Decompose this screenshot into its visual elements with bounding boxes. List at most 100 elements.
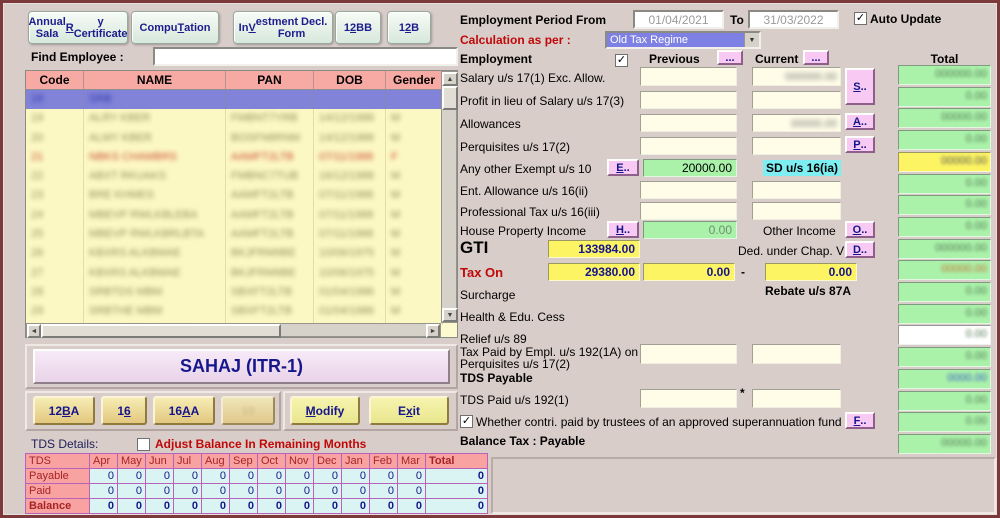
tax-paid-current-field[interactable]: [752, 344, 841, 364]
profit-current-field[interactable]: [752, 91, 841, 109]
vscroll-thumb[interactable]: [442, 86, 458, 110]
tds-value-cell[interactable]: 0: [230, 469, 258, 484]
find-employee-input[interactable]: [153, 47, 458, 66]
employee-row[interactable]: 25MBEVP RWLKBRLBTAAAMFT2LTB07/11/1988M: [26, 225, 443, 244]
12bb-button[interactable]: 12BB: [335, 11, 381, 44]
tax-paid-previous-field[interactable]: [640, 344, 737, 364]
tds-value-cell[interactable]: 0: [370, 499, 398, 514]
prof-tax-previous-field[interactable]: [640, 202, 737, 220]
exempt-detail-button[interactable]: E..: [607, 159, 639, 176]
tds-value-cell[interactable]: 0: [174, 469, 202, 484]
tds-value-cell[interactable]: 0: [314, 484, 342, 499]
column-header-dob[interactable]: DOB: [314, 71, 386, 89]
tds-value-cell[interactable]: 0: [286, 469, 314, 484]
employee-row[interactable]: 26KBXRS ALKBMAEBKJFRM9BE10/06/1975M: [26, 244, 443, 263]
allowances-current-field[interactable]: 00000.00: [752, 114, 841, 132]
exit-button[interactable]: Exit: [369, 396, 449, 425]
computation-button[interactable]: CompuTation: [131, 11, 219, 44]
profit-previous-field[interactable]: [640, 91, 737, 109]
scroll-down-icon[interactable]: ▼: [442, 308, 458, 322]
tds-paid-current-field[interactable]: [752, 389, 841, 408]
employee-row[interactable]: 20ALMY KBERBOSFN8RNM14/12/1988M: [26, 129, 443, 148]
tds-value-cell[interactable]: 0: [90, 499, 118, 514]
deduction-detail-button[interactable]: D..: [845, 241, 875, 258]
tds-value-cell[interactable]: 0: [398, 484, 426, 499]
tds-value-cell[interactable]: 0: [314, 469, 342, 484]
column-header-code[interactable]: Code: [26, 71, 84, 89]
column-header-pan[interactable]: PAN: [226, 71, 314, 89]
tds-value-cell[interactable]: 0: [314, 499, 342, 514]
modify-button[interactable]: Modify: [290, 396, 360, 425]
previous-more-button[interactable]: ...: [717, 50, 743, 65]
employee-row[interactable]: 22ABXT RKUAKSFMBNC7TUB16/12/1988M: [26, 167, 443, 186]
tds-value-cell[interactable]: 0: [398, 499, 426, 514]
tax-regime-dropdown[interactable]: Old Tax Regime ▼: [605, 31, 761, 49]
tds-value-cell[interactable]: 0: [342, 499, 370, 514]
hp-income-field[interactable]: 0.00: [643, 221, 737, 239]
column-header-gender[interactable]: Gender: [386, 71, 443, 89]
fund-detail-button[interactable]: F..: [845, 412, 875, 429]
other-income-detail-button[interactable]: O..: [845, 221, 875, 238]
adjust-balance-checkbox[interactable]: [137, 438, 150, 451]
form16aa-button[interactable]: 16AA: [153, 396, 215, 425]
perquisites-detail-button[interactable]: P..: [845, 136, 875, 153]
tds-value-cell[interactable]: 0: [118, 499, 146, 514]
tds-value-cell[interactable]: 0: [146, 469, 174, 484]
employee-row[interactable]: 23BRE KHMESAAMFT2LTB07/11/1988M: [26, 186, 443, 205]
employee-table-hscrollbar[interactable]: ◄ ►: [26, 323, 441, 337]
tds-value-cell[interactable]: 0: [118, 484, 146, 499]
auto-update-checkbox[interactable]: ✓: [854, 12, 867, 25]
tds-value-cell[interactable]: 0: [370, 484, 398, 499]
employee-row[interactable]: 19ALRY KBERFMBNT7YRB14/12/1988M: [26, 109, 443, 128]
hscroll-thumb[interactable]: [41, 324, 281, 338]
employee-table-vscrollbar[interactable]: ▲ ▼: [441, 71, 457, 323]
salary-detail-button[interactable]: S..: [845, 68, 875, 105]
tds-value-cell[interactable]: 0: [118, 469, 146, 484]
tds-value-cell[interactable]: 0: [398, 469, 426, 484]
tds-value-cell[interactable]: 0: [286, 499, 314, 514]
period-to-field[interactable]: 31/03/2022: [748, 10, 839, 29]
employment-checkbox[interactable]: ✓: [615, 54, 628, 67]
salary-previous-field[interactable]: [640, 67, 737, 86]
form16-button[interactable]: 16: [101, 396, 147, 425]
employee-row[interactable]: 18SRB: [26, 90, 443, 109]
employee-row[interactable]: 28SRBTDS MBMSBXFT2LTB01/04/1986M: [26, 283, 443, 302]
period-from-field[interactable]: 01/04/2021: [633, 10, 724, 29]
tds-paid-previous-field[interactable]: [640, 389, 737, 408]
allowances-previous-field[interactable]: [640, 114, 737, 132]
tds-value-cell[interactable]: 0: [174, 499, 202, 514]
ent-allowance-previous-field[interactable]: [640, 181, 737, 199]
tds-value-cell[interactable]: 0: [342, 484, 370, 499]
tds-value-cell[interactable]: 0: [258, 469, 286, 484]
employee-row[interactable]: 27KBXRS ALKBMAEBKJFRM9BE10/06/1975M: [26, 264, 443, 283]
tds-value-cell[interactable]: 0: [146, 499, 174, 514]
investment-decl-form-button[interactable]: InVestment Decl.Form: [233, 11, 333, 44]
sahaj-itr1-button[interactable]: SAHAJ (ITR-1): [33, 349, 450, 384]
perquisites-current-field[interactable]: [752, 137, 841, 155]
tds-value-cell[interactable]: 0: [258, 499, 286, 514]
allowances-detail-button[interactable]: A..: [845, 113, 875, 130]
tds-value-cell[interactable]: 0: [342, 469, 370, 484]
tds-value-cell[interactable]: 0: [90, 469, 118, 484]
tds-value-cell[interactable]: 0: [258, 484, 286, 499]
tds-value-cell[interactable]: 0: [90, 484, 118, 499]
tds-value-cell[interactable]: 0: [174, 484, 202, 499]
tds-value-cell[interactable]: 0: [202, 484, 230, 499]
perquisites-previous-field[interactable]: [640, 137, 737, 155]
tds-value-cell[interactable]: 0: [286, 484, 314, 499]
employee-row[interactable]: 21NBKS CHAMBRSAAMFT2LTB07/11/1988F: [26, 148, 443, 167]
hp-income-detail-button[interactable]: H..: [607, 221, 639, 238]
12ba-button[interactable]: 12BA: [33, 396, 95, 425]
prof-tax-current-field[interactable]: [752, 202, 841, 220]
tds-value-cell[interactable]: 0: [370, 469, 398, 484]
scroll-right-icon[interactable]: ►: [426, 324, 440, 338]
column-header-name[interactable]: NAME: [84, 71, 226, 89]
12b-button[interactable]: 12B: [387, 11, 431, 44]
tds-value-cell[interactable]: 0: [146, 484, 174, 499]
employee-row[interactable]: 24MBEVP RWLKBLEBAAAMFT2LTB07/11/1988M: [26, 206, 443, 225]
chevron-down-icon[interactable]: ▼: [744, 33, 759, 47]
tds-value-cell[interactable]: 0: [230, 484, 258, 499]
ent-allowance-current-field[interactable]: [752, 181, 841, 199]
current-more-button[interactable]: ...: [803, 50, 829, 65]
exempt-previous-field[interactable]: 20000.00: [643, 159, 737, 177]
